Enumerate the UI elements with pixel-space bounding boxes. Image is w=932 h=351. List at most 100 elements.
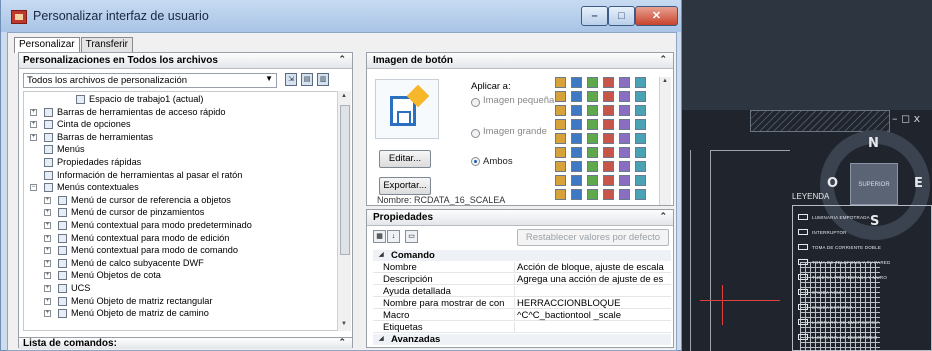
chevron-up-icon[interactable]: ⌃ — [659, 54, 667, 65]
gallery-image-icon[interactable] — [635, 105, 646, 116]
tree-item[interactable]: Propiedades rápidas — [24, 157, 324, 168]
tree-item[interactable]: + Menú de cursor de referencia a objetos — [24, 195, 324, 206]
tab-personalizar[interactable]: Personalizar — [14, 37, 80, 53]
gallery-image-icon[interactable] — [587, 105, 598, 116]
gallery-image-icon[interactable] — [635, 91, 646, 102]
chevron-up-icon[interactable]: ⌃ — [338, 337, 346, 348]
gallery-image-icon[interactable] — [619, 105, 630, 116]
gallery-image-icon[interactable] — [571, 175, 582, 186]
gallery-image-icon[interactable] — [571, 161, 582, 172]
gallery-image-icon[interactable] — [555, 91, 566, 102]
properties-header[interactable]: Propiedades ⌃ — [367, 210, 673, 226]
chevron-up-icon[interactable]: ⌃ — [338, 54, 346, 65]
gallery-image-icon[interactable] — [603, 77, 614, 88]
gallery-image-icon[interactable] — [555, 161, 566, 172]
gallery-image-icon[interactable] — [571, 147, 582, 158]
collapse-icon[interactable]: − — [30, 184, 37, 192]
gallery-image-icon[interactable] — [603, 189, 614, 200]
customization-file-select[interactable]: Todos los archivos de personalización ▼ — [23, 73, 277, 88]
property-row[interactable]: Nombre para mostrar de con HERRACCIONBLOQ… — [373, 298, 671, 309]
gallery-image-icon[interactable] — [603, 147, 614, 158]
tree-item[interactable]: + Menú Objeto de matriz de camino — [24, 308, 324, 319]
categorized-view-icon[interactable]: ▦ — [373, 230, 386, 243]
gallery-image-icon[interactable] — [571, 105, 582, 116]
collapse-triangle-icon[interactable]: ◢ — [379, 334, 384, 345]
gallery-image-icon[interactable] — [587, 175, 598, 186]
scroll-thumb[interactable] — [340, 105, 350, 255]
gallery-image-icon[interactable] — [571, 77, 582, 88]
customizations-header[interactable]: Personalizaciones en Todos los archivos … — [19, 53, 352, 69]
gallery-image-icon[interactable] — [555, 189, 566, 200]
gallery-image-icon[interactable] — [619, 161, 630, 172]
expand-icon[interactable]: + — [30, 121, 37, 129]
gallery-image-icon[interactable] — [555, 175, 566, 186]
chevron-up-icon[interactable]: ⌃ — [659, 211, 667, 222]
cad-viewport[interactable]: – ◻ x SUPERIOR N S E O LEYENDA LUMINARIA… — [680, 0, 932, 351]
gallery-image-icon[interactable] — [635, 133, 646, 144]
gallery-image-icon[interactable] — [619, 175, 630, 186]
expand-icon[interactable]: + — [30, 108, 37, 116]
save-icon[interactable]: ▤ — [301, 73, 313, 86]
property-value[interactable]: HERRACCIONBLOQUE — [517, 298, 671, 309]
gallery-image-icon[interactable] — [603, 105, 614, 116]
gallery-image-icon[interactable] — [571, 91, 582, 102]
radio-small-image[interactable] — [471, 98, 480, 107]
close-button[interactable]: ✕ — [635, 6, 678, 26]
tree-item[interactable]: + Menú Objeto de matriz rectangular — [24, 296, 324, 307]
tree-item[interactable]: + Barras de herramientas — [24, 132, 324, 143]
dropdown-arrow-icon[interactable]: ▼ — [265, 74, 273, 83]
gallery-image-icon[interactable] — [555, 133, 566, 144]
gallery-image-icon[interactable] — [571, 189, 582, 200]
tree-item[interactable]: + Menú de calco subyacente DWF — [24, 258, 324, 269]
collapse-triangle-icon[interactable]: ◢ — [379, 250, 384, 261]
expand-icon[interactable]: + — [44, 259, 51, 267]
reset-defaults-button[interactable]: Restablecer valores por defecto — [517, 229, 669, 246]
command-list-header[interactable]: Lista de comandos: ⌃ — [19, 337, 352, 349]
property-value[interactable]: Acción de bloque, ajuste de escala — [517, 262, 671, 273]
expand-icon[interactable]: + — [44, 209, 51, 217]
property-row[interactable]: Descripción Agrega una acción de ajuste d… — [373, 274, 671, 285]
property-pages-icon[interactable]: ▭ — [405, 230, 418, 243]
gallery-image-icon[interactable] — [619, 147, 630, 158]
property-value[interactable] — [517, 286, 671, 297]
tab-transferir[interactable]: Transferir — [80, 37, 134, 52]
gallery-image-icon[interactable] — [571, 133, 582, 144]
property-value[interactable] — [517, 322, 671, 333]
property-category[interactable]: ◢ Avanzadas — [373, 334, 671, 345]
gallery-image-icon[interactable] — [571, 119, 582, 130]
property-category[interactable]: ◢ Comando — [373, 250, 671, 261]
edit-button[interactable]: Editar... — [379, 150, 431, 168]
expand-icon[interactable]: + — [30, 133, 37, 141]
open-file-icon[interactable]: ⇲ — [285, 73, 297, 86]
property-value[interactable]: ^C^C_bactiontool _scale — [517, 310, 671, 321]
display-filter-icon[interactable]: ▥ — [317, 73, 329, 86]
tree-scrollbar[interactable]: ▲ ▼ — [337, 91, 351, 331]
gallery-image-icon[interactable] — [555, 105, 566, 116]
viewcube-top-face[interactable]: SUPERIOR — [850, 163, 898, 205]
gallery-image-icon[interactable] — [555, 119, 566, 130]
property-row[interactable]: Macro ^C^C_bactiontool _scale — [373, 310, 671, 321]
expand-icon[interactable]: + — [44, 285, 51, 292]
image-gallery[interactable] — [555, 77, 655, 205]
gallery-image-icon[interactable] — [603, 91, 614, 102]
radio-both[interactable] — [471, 157, 480, 166]
expand-icon[interactable]: + — [44, 272, 51, 280]
tree-item[interactable]: + Menú contextual para modo de comando — [24, 245, 324, 256]
tree-item[interactable]: + Menú contextual para modo de edición — [24, 233, 324, 244]
gallery-image-icon[interactable] — [555, 77, 566, 88]
gallery-image-icon[interactable] — [587, 147, 598, 158]
tree-item[interactable]: + Menú Objetos de cota — [24, 270, 324, 281]
property-row[interactable]: Etiquetas — [373, 322, 671, 333]
tree-item[interactable]: Información de herramientas al pasar el … — [24, 170, 324, 181]
expand-icon[interactable]: + — [44, 234, 51, 242]
gallery-image-icon[interactable] — [619, 77, 630, 88]
tree-item[interactable]: + Cinta de opciones — [24, 119, 324, 130]
gallery-image-icon[interactable] — [635, 175, 646, 186]
sort-alpha-icon[interactable]: ↓ — [387, 230, 400, 243]
radio-large-image[interactable] — [471, 129, 480, 138]
gallery-image-icon[interactable] — [619, 189, 630, 200]
export-button[interactable]: Exportar... — [379, 177, 431, 195]
gallery-image-icon[interactable] — [635, 77, 646, 88]
tree-item[interactable]: + Menú contextual para modo predeterminad… — [24, 220, 324, 231]
gallery-image-icon[interactable] — [587, 161, 598, 172]
